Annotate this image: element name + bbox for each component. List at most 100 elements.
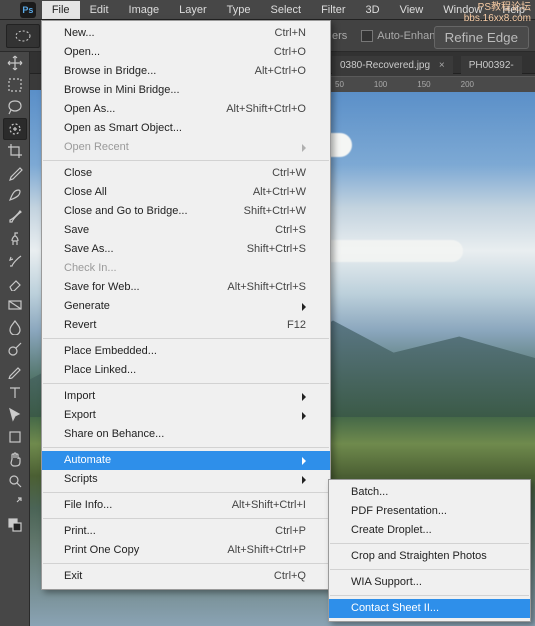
file-menu-item-export[interactable]: Export [42,406,330,425]
automate-menu-item-batch[interactable]: Batch... [329,483,530,502]
menubar-item-select[interactable]: Select [261,1,312,19]
menu-item-label: PDF Presentation... [351,504,506,519]
tool-move-icon[interactable] [3,52,27,74]
menubar-item-file[interactable]: File [42,1,80,19]
file-menu-item-generate[interactable]: Generate [42,297,330,316]
option-fragment: ers [332,30,347,42]
file-menu-item-browse-in-bridge[interactable]: Browse in Bridge...Alt+Ctrl+O [42,62,330,81]
menu-item-label: Open... [64,45,274,60]
checkbox-icon [361,30,373,42]
file-menu-separator [43,492,329,493]
file-menu-item-close-and-go-to-bridge[interactable]: Close and Go to Bridge...Shift+Ctrl+W [42,202,330,221]
menubar-item-image[interactable]: Image [119,1,170,19]
file-menu-item-import[interactable]: Import [42,387,330,406]
file-menu-item-automate[interactable]: Automate [42,451,330,470]
menubar-item-view[interactable]: View [390,1,434,19]
file-menu-item-place-linked[interactable]: Place Linked... [42,361,330,380]
menu-item-label: Generate [64,299,296,314]
automate-menu-separator [330,543,529,544]
menu-item-label: Automate [64,453,296,468]
tool-crop-icon[interactable] [3,140,27,162]
tool-blur-icon[interactable] [3,316,27,338]
file-menu-item-scripts[interactable]: Scripts [42,470,330,489]
tool-preset-icon[interactable] [6,24,40,48]
menu-item-shortcut: Alt+Shift+Ctrl+I [232,498,306,513]
file-menu-item-print[interactable]: Print...Ctrl+P [42,522,330,541]
close-icon[interactable]: × [439,60,445,71]
menubar: Ps FileEditImageLayerTypeSelectFilter3DV… [0,0,535,20]
file-menu-item-save-as[interactable]: Save As...Shift+Ctrl+S [42,240,330,259]
file-menu-item-exit[interactable]: ExitCtrl+Q [42,567,330,586]
ruler-tick: 150 [417,80,430,89]
tool-rectangle-icon[interactable] [3,426,27,448]
tool-gradient-icon[interactable] [3,294,27,316]
submenu-arrow-icon [302,393,306,401]
file-menu-item-share-on-behance[interactable]: Share on Behance... [42,425,330,444]
file-menu-item-revert[interactable]: RevertF12 [42,316,330,335]
menubar-item-layer[interactable]: Layer [169,1,217,19]
tool-dodge-icon[interactable] [3,338,27,360]
file-menu-item-save-for-web[interactable]: Save for Web...Alt+Shift+Ctrl+S [42,278,330,297]
file-menu-item-close-all[interactable]: Close AllAlt+Ctrl+W [42,183,330,202]
document-tab[interactable]: 0380-Recovered.jpg × [332,56,453,75]
menubar-item-edit[interactable]: Edit [80,1,119,19]
tool-quick-select-icon[interactable] [3,118,27,140]
file-menu-separator [43,518,329,519]
file-menu-item-close[interactable]: CloseCtrl+W [42,164,330,183]
tool-brush-icon[interactable] [3,206,27,228]
tool-pen-icon[interactable] [3,360,27,382]
automate-menu-separator [330,595,529,596]
menubar-item-filter[interactable]: Filter [311,1,355,19]
file-menu-item-open-as-smart-object[interactable]: Open as Smart Object... [42,119,330,138]
menu-item-shortcut: Shift+Ctrl+W [244,204,306,219]
menu-item-shortcut: Ctrl+N [275,26,306,41]
refine-edge-button[interactable]: Refine Edge [434,26,529,49]
file-menu-item-print-one-copy[interactable]: Print One CopyAlt+Shift+Ctrl+P [42,541,330,560]
tool-zoom-icon[interactable] [3,470,27,492]
tool-marquee-icon[interactable] [3,74,27,96]
menu-item-label: Save As... [64,242,247,257]
menu-item-label: Revert [64,318,287,333]
file-menu-item-browse-in-mini-bridge[interactable]: Browse in Mini Bridge... [42,81,330,100]
menu-item-shortcut: Alt+Ctrl+W [253,185,306,200]
tool-hand-icon[interactable] [3,448,27,470]
automate-menu-item-pdf-presentation[interactable]: PDF Presentation... [329,502,530,521]
tool-path-select-icon[interactable] [3,404,27,426]
menubar-item-3d[interactable]: 3D [356,1,390,19]
menu-item-label: WIA Support... [351,575,506,590]
automate-menu-item-crop-and-straighten-photos[interactable]: Crop and Straighten Photos [329,547,530,566]
file-menu-item-place-embedded[interactable]: Place Embedded... [42,342,330,361]
tool-clone-icon[interactable] [3,228,27,250]
automate-menu-item-contact-sheet-ii[interactable]: Contact Sheet II... [329,599,530,618]
menu-item-label: Close [64,166,272,181]
menu-item-label: Open as Smart Object... [64,121,306,136]
tool-colors-icon[interactable] [3,514,27,536]
file-menu-item-open-as[interactable]: Open As...Alt+Shift+Ctrl+O [42,100,330,119]
menubar-item-help[interactable]: Help [492,1,535,19]
menu-item-label: Print... [64,524,275,539]
ruler-tick: 100 [374,80,387,89]
menu-item-label: Place Linked... [64,363,306,378]
menu-item-label: Exit [64,569,274,584]
menubar-item-type[interactable]: Type [217,1,261,19]
automate-menu-item-create-droplet[interactable]: Create Droplet... [329,521,530,540]
tool-history-brush-icon[interactable] [3,250,27,272]
tool-spot-heal-icon[interactable] [3,184,27,206]
menu-item-shortcut: Ctrl+Q [274,569,306,584]
file-menu-item-file-info[interactable]: File Info...Alt+Shift+Ctrl+I [42,496,330,515]
file-menu-item-open[interactable]: Open...Ctrl+O [42,43,330,62]
automate-menu-separator [330,569,529,570]
tool-eraser-icon[interactable] [3,272,27,294]
tool-type-icon[interactable] [3,382,27,404]
ruler-tick: 50 [335,80,344,89]
menubar-item-window[interactable]: Window [433,1,492,19]
menu-item-label: Close All [64,185,253,200]
automate-menu-item-wia-support[interactable]: WIA Support... [329,573,530,592]
tool-lasso-icon[interactable] [3,96,27,118]
tool-eyedropper-icon[interactable] [3,162,27,184]
file-menu-item-new[interactable]: New...Ctrl+N [42,24,330,43]
tool-swap-icon[interactable] [3,492,27,514]
file-menu-item-save[interactable]: SaveCtrl+S [42,221,330,240]
document-tab[interactable]: PH00392- [461,56,522,75]
menu-item-label: Import [64,389,296,404]
